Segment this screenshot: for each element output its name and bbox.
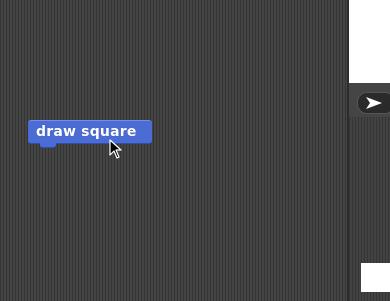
run-button[interactable] [357,92,390,114]
stage-controls-bar [349,83,390,118]
stage[interactable] [349,0,390,83]
sprite-thumbnail[interactable] [361,263,390,292]
draw-square-block[interactable]: draw square [28,120,152,148]
sprite-corral [349,117,390,301]
pointer-cursor-icon [109,139,122,159]
block-label: draw square [36,124,137,140]
scripting-area[interactable]: draw square [0,0,347,301]
right-panel [349,0,390,301]
block-notch [40,142,56,148]
arrow-right-icon [366,97,382,109]
